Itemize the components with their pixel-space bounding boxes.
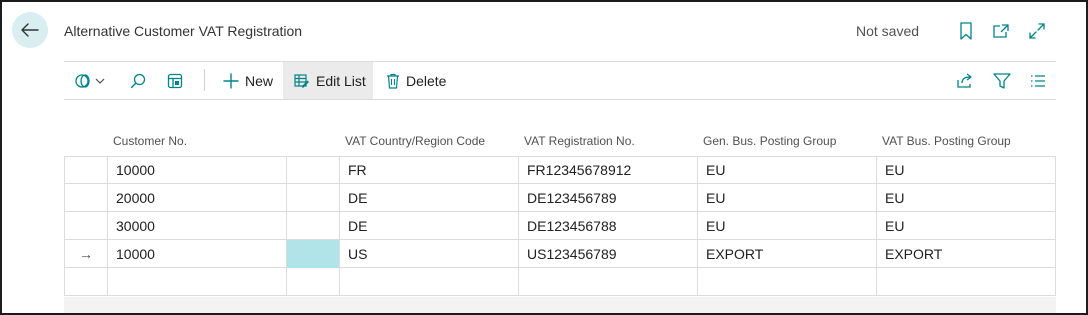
cell-blank[interactable] xyxy=(287,184,340,212)
search-button[interactable] xyxy=(130,62,146,99)
share-button[interactable] xyxy=(956,62,974,99)
trash-icon xyxy=(386,73,400,89)
row-marker[interactable] xyxy=(64,212,108,240)
column-header-gen-bus-posting-group[interactable]: Gen. Bus. Posting Group xyxy=(703,134,836,148)
cell-vat-registration-no[interactable]: US123456789 xyxy=(519,240,698,268)
delete-button-label: Delete xyxy=(406,72,447,89)
save-status: Not saved xyxy=(856,23,920,39)
edit-list-label: Edit List xyxy=(316,72,366,89)
cell-customer-no[interactable]: 10000 xyxy=(108,240,287,268)
toolbar-separator xyxy=(204,69,205,91)
page-button[interactable] xyxy=(167,62,183,99)
column-header-vat-country[interactable]: VAT Country/Region Code xyxy=(345,134,485,148)
cell-vat-bus-posting-group[interactable]: EU xyxy=(877,212,1056,240)
cell-vat-bus-posting-group[interactable]: EU xyxy=(877,184,1056,212)
page-icon xyxy=(167,73,183,89)
row-marker[interactable] xyxy=(64,268,108,296)
cell-vat-country[interactable]: US xyxy=(340,240,519,268)
back-button[interactable] xyxy=(12,12,48,48)
cell-active-focus[interactable] xyxy=(287,240,340,268)
cell-gen-bus-posting-group[interactable]: EU xyxy=(698,212,877,240)
new-button[interactable]: New xyxy=(223,62,273,99)
cell-vat-registration-no[interactable]: DE123456788 xyxy=(519,212,698,240)
table-row-selected[interactable]: → 10000 US US123456789 EXPORT EXPORT xyxy=(64,240,1056,268)
cell-vat-bus-posting-group[interactable]: EU xyxy=(877,156,1056,184)
cell-vat-country[interactable]: DE xyxy=(340,184,519,212)
toolbar-bottom-border xyxy=(64,99,1056,100)
cell-gen-bus-posting-group[interactable]: EXPORT xyxy=(698,240,877,268)
page-title: Alternative Customer VAT Registration xyxy=(64,23,303,39)
cell-vat-bus-posting-group[interactable] xyxy=(877,268,1056,296)
row-marker[interactable] xyxy=(64,156,108,184)
table-row-new[interactable] xyxy=(64,268,1056,296)
data-grid: 10000 FR FR12345678912 EU EU 20000 DE DE… xyxy=(64,156,1056,296)
cell-vat-country[interactable]: DE xyxy=(340,212,519,240)
delete-button[interactable]: Delete xyxy=(386,62,446,99)
plus-icon xyxy=(223,72,239,89)
toolbar-top-border xyxy=(64,61,1056,62)
column-header-vat-bus-posting-group[interactable]: VAT Bus. Posting Group xyxy=(882,134,1011,148)
list-view-button[interactable] xyxy=(1030,62,1046,99)
share-icon xyxy=(956,72,974,89)
list-icon xyxy=(1030,74,1046,88)
cell-vat-country[interactable]: FR xyxy=(340,156,519,184)
column-header-customer-no[interactable]: Customer No. xyxy=(113,134,187,148)
expand-icon[interactable] xyxy=(1026,20,1048,42)
cell-customer-no[interactable]: 30000 xyxy=(108,212,287,240)
edit-list-button[interactable]: Edit List xyxy=(283,62,373,99)
table-row[interactable]: 30000 DE DE123456788 EU EU xyxy=(64,212,1056,240)
bookmark-icon[interactable] xyxy=(955,20,977,42)
cell-customer-no[interactable] xyxy=(108,268,287,296)
open-new-window-icon[interactable] xyxy=(990,20,1012,42)
cell-vat-bus-posting-group[interactable]: EXPORT xyxy=(877,240,1056,268)
cell-blank[interactable] xyxy=(287,212,340,240)
filter-icon xyxy=(993,72,1011,89)
grid-footer xyxy=(64,297,1056,313)
views-icon xyxy=(74,73,108,89)
cell-customer-no[interactable]: 10000 xyxy=(108,156,287,184)
cell-vat-country[interactable] xyxy=(340,268,519,296)
cell-blank[interactable] xyxy=(287,268,340,296)
cell-blank[interactable] xyxy=(287,156,340,184)
new-button-label: New xyxy=(245,72,274,89)
table-row[interactable]: 10000 FR FR12345678912 EU EU xyxy=(64,156,1056,184)
cell-gen-bus-posting-group[interactable]: EU xyxy=(698,156,877,184)
filter-button[interactable] xyxy=(993,62,1011,99)
cell-gen-bus-posting-group[interactable] xyxy=(698,268,877,296)
row-marker[interactable] xyxy=(64,184,108,212)
back-arrow-icon xyxy=(21,23,39,37)
cell-gen-bus-posting-group[interactable]: EU xyxy=(698,184,877,212)
column-header-vat-registration-no[interactable]: VAT Registration No. xyxy=(524,134,635,148)
table-row[interactable]: 20000 DE DE123456789 EU EU xyxy=(64,184,1056,212)
edit-list-icon xyxy=(294,73,310,89)
row-marker-arrow[interactable]: → xyxy=(64,240,108,268)
cell-customer-no[interactable]: 20000 xyxy=(108,184,287,212)
views-button[interactable] xyxy=(74,62,114,99)
search-icon xyxy=(130,73,146,89)
cell-vat-registration-no[interactable] xyxy=(519,268,698,296)
cell-vat-registration-no[interactable]: FR12345678912 xyxy=(519,156,698,184)
cell-vat-registration-no[interactable]: DE123456789 xyxy=(519,184,698,212)
